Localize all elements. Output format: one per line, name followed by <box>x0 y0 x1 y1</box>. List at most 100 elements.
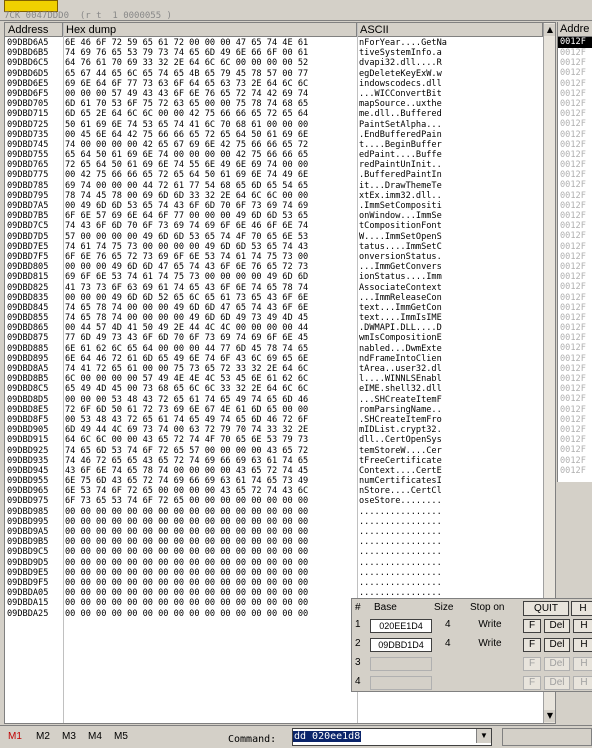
dump-row[interactable]: 09DBD7E5 74 61 74 75 73 00 00 00 00 49 6D… <box>5 242 555 252</box>
dump-hex[interactable]: 6F 6E 57 69 6E 64 6F 77 00 00 00 49 6D 6… <box>65 211 355 221</box>
dump-ascii[interactable]: nForYear....GetNa <box>359 38 455 48</box>
dump-ascii[interactable]: nStore....CertCl <box>359 486 455 496</box>
mark-m4[interactable]: M4 <box>88 731 102 742</box>
dump-address[interactable]: 09DBD985 <box>7 507 61 517</box>
mark-m5[interactable]: M5 <box>114 731 128 742</box>
dump-row[interactable]: 09DBD775 00 42 75 66 66 65 72 65 64 50 61… <box>5 170 555 180</box>
dump-hex[interactable]: 74 65 78 74 00 00 00 00 49 6D 6D 49 73 4… <box>65 313 355 323</box>
dump-ascii[interactable]: ionStatus....Imm <box>359 272 455 282</box>
dump-ascii[interactable]: onWindow...ImmSe <box>359 211 455 221</box>
dump-address[interactable]: 09DBD9A5 <box>7 527 61 537</box>
dump-hex[interactable]: 6F 73 65 53 74 6F 72 65 00 00 00 00 00 0… <box>65 496 355 506</box>
dump-row[interactable]: 09DBD9D5 00 00 00 00 00 00 00 00 00 00 00… <box>5 558 555 568</box>
dump-row[interactable]: 09DBD905 6D 49 44 4C 69 73 74 00 63 72 79… <box>5 425 555 435</box>
stack-row[interactable]: 0012F <box>558 282 592 292</box>
dump-ascii[interactable]: t....BeginBuffer <box>359 140 455 150</box>
dump-ascii[interactable]: nabled...DwmExte <box>359 344 455 354</box>
dump-row[interactable]: 09DBD6B5 74 69 76 65 53 79 73 74 65 6D 49… <box>5 48 555 58</box>
dump-hex[interactable]: 6D 49 44 4C 69 73 74 00 63 72 79 70 74 3… <box>65 425 355 435</box>
dump-address[interactable]: 09DBD845 <box>7 303 61 313</box>
dump-row[interactable]: 09DBD755 65 64 50 61 69 6E 74 00 00 00 00… <box>5 150 555 160</box>
dump-row[interactable]: 09DBD7C5 74 43 6F 6D 70 6F 73 69 74 69 6F… <box>5 221 555 231</box>
dump-row[interactable]: 09DBD955 6E 75 6D 43 65 72 74 69 66 69 63… <box>5 476 555 486</box>
dump-ascii[interactable]: ...ImmGetConvers <box>359 262 455 272</box>
dump-hex[interactable]: 00 00 00 00 00 00 00 00 00 00 00 00 00 0… <box>65 517 355 527</box>
stack-row[interactable]: 0012F <box>558 140 592 150</box>
dump-hex[interactable]: 6D 65 2E 64 6C 6C 00 00 42 75 66 66 65 7… <box>65 109 355 119</box>
stack-row[interactable]: 0012F <box>558 150 592 160</box>
dump-hex[interactable]: 00 00 00 00 00 00 00 00 00 00 00 00 00 0… <box>65 537 355 547</box>
dump-address[interactable]: 09DBD6F5 <box>7 89 61 99</box>
dump-row[interactable]: 09DBD765 72 65 64 50 61 69 6E 74 55 6E 49… <box>5 160 555 170</box>
dump-hex[interactable]: 65 49 4D 45 00 73 68 65 6C 6C 33 32 2E 6… <box>65 384 355 394</box>
dump-row[interactable]: 09DBD805 00 00 00 49 6D 6D 47 65 74 43 6F… <box>5 262 555 272</box>
dump-row[interactable]: 09DBD9F5 00 00 00 00 00 00 00 00 00 00 00… <box>5 578 555 588</box>
dump-address[interactable]: 09DBD745 <box>7 140 61 150</box>
dump-address[interactable]: 09DBD885 <box>7 344 61 354</box>
dump-row[interactable]: 09DBD7F5 6F 6E 76 65 72 73 69 6F 6E 53 74… <box>5 252 555 262</box>
dump-row[interactable]: 09DBD835 00 00 00 49 6D 6D 52 65 6C 65 61… <box>5 293 555 303</box>
dump-hex[interactable]: 00 00 00 49 6D 6D 47 65 74 43 6F 6E 76 6… <box>65 262 355 272</box>
dump-address[interactable]: 09DBD715 <box>7 109 61 119</box>
dump-row[interactable]: 09DBD6F5 00 00 00 57 49 43 43 6F 6E 76 65… <box>5 89 555 99</box>
dump-ascii[interactable]: ...WICConvertBit <box>359 89 455 99</box>
dump-ascii[interactable]: ................ <box>359 537 455 547</box>
dump-hex[interactable]: 74 41 72 65 61 00 00 75 73 65 72 33 32 2… <box>65 364 355 374</box>
dump-ascii[interactable]: .ImmSetCompositi <box>359 201 455 211</box>
dump-ascii[interactable]: ...SHCreateItemF <box>359 395 455 405</box>
stack-row[interactable]: 0012F <box>558 211 592 221</box>
dump-ascii[interactable]: ................ <box>359 507 455 517</box>
hex-column-header[interactable]: Hex dump <box>63 23 357 37</box>
dump-ascii[interactable]: tArea..user32.dl <box>359 364 455 374</box>
dump-ascii[interactable]: .EndBufferedPain <box>359 130 455 140</box>
dump-hex[interactable]: 64 76 61 70 69 33 32 2E 64 6C 6C 00 00 0… <box>65 58 355 68</box>
dump-ascii[interactable]: wmIsCompositionE <box>359 333 455 343</box>
dump-row[interactable]: 09DBD795 78 74 45 78 00 69 6D 6D 33 32 2E… <box>5 191 555 201</box>
stack-row[interactable]: 0012F <box>558 130 592 140</box>
dump-hex[interactable]: 00 00 00 00 00 00 00 00 00 00 00 00 00 0… <box>65 609 355 619</box>
dump-row[interactable]: 09DBD8E5 72 6F 6D 50 61 72 73 69 6E 67 4E… <box>5 405 555 415</box>
stack-row[interactable]: 0012F <box>558 323 592 333</box>
stack-row[interactable]: 0012F <box>558 221 592 231</box>
dump-address[interactable]: 09DBDA05 <box>7 588 61 598</box>
dump-row[interactable]: 09DBD6C5 64 76 61 70 69 33 32 2E 64 6C 6C… <box>5 58 555 68</box>
dump-ascii[interactable]: edPaint....Buffe <box>359 150 455 160</box>
dump-row[interactable]: 09DBD995 00 00 00 00 00 00 00 00 00 00 00… <box>5 517 555 527</box>
mark-m3[interactable]: M3 <box>62 731 76 742</box>
dump-hex[interactable]: 74 65 78 74 00 00 00 49 6D 6D 47 65 74 4… <box>65 303 355 313</box>
dump-hex[interactable]: 72 6F 6D 50 61 72 73 69 6E 67 4E 61 6D 6… <box>65 405 355 415</box>
dump-address[interactable]: 09DBD7F5 <box>7 252 61 262</box>
dump-ascii[interactable]: numCertificatesI <box>359 476 455 486</box>
bp-address-field[interactable]: 020EE1D4 <box>370 619 432 633</box>
command-value[interactable]: dd 020ee1d8 <box>293 731 362 742</box>
stack-pane[interactable]: Addre 0012F 0012F 0012F 0012F 0012F 0012F 001… <box>557 22 592 482</box>
dump-address[interactable]: 09DBD975 <box>7 496 61 506</box>
dump-hex[interactable]: 00 53 48 43 72 65 61 74 65 49 74 65 6D 4… <box>65 415 355 425</box>
dump-hex[interactable]: 57 00 00 00 00 49 6D 6D 53 65 74 4F 70 6… <box>65 232 355 242</box>
dump-hex[interactable]: 6E 46 6F 72 59 65 61 72 00 00 00 47 65 7… <box>65 38 355 48</box>
dump-ascii[interactable]: .BufferedPaintIn <box>359 170 455 180</box>
stack-row[interactable]: 0012F <box>558 231 592 241</box>
bp-h-button[interactable]: H <box>573 657 592 671</box>
dump-address[interactable]: 09DBD775 <box>7 170 61 180</box>
address-column-header[interactable]: Address <box>5 23 63 37</box>
dump-ascii[interactable]: Context....CertE <box>359 466 455 476</box>
dump-row[interactable]: 09DBD925 74 65 6D 53 74 6F 72 65 57 00 00… <box>5 446 555 456</box>
dump-hex[interactable]: 00 00 00 57 49 43 43 6F 6E 76 65 72 74 4… <box>65 89 355 99</box>
stack-row[interactable]: 0012F <box>558 272 592 282</box>
dump-row[interactable]: 09DBD7B5 6F 6E 57 69 6E 64 6F 77 00 00 00… <box>5 211 555 221</box>
dump-address[interactable]: 09DBD965 <box>7 486 61 496</box>
dump-ascii[interactable]: l....WINNLSEnabl <box>359 374 455 384</box>
dump-row[interactable]: 09DBD8A5 74 41 72 65 61 00 00 75 73 65 72… <box>5 364 555 374</box>
stack-row[interactable]: 0012F <box>558 456 592 466</box>
bp-del-button[interactable]: Del <box>544 676 570 690</box>
dump-hex[interactable]: 00 44 57 4D 41 50 49 2E 44 4C 4C 00 00 0… <box>65 323 355 333</box>
dump-row[interactable]: 09DBD985 00 00 00 00 00 00 00 00 00 00 00… <box>5 507 555 517</box>
dump-row[interactable]: 09DBD875 77 6D 49 73 43 6F 6D 70 6F 73 69… <box>5 333 555 343</box>
ascii-column-header[interactable]: ASCII <box>357 23 543 37</box>
dump-ascii[interactable]: me.dll..Buffered <box>359 109 455 119</box>
dump-hex[interactable]: 74 69 76 65 53 79 73 74 65 6D 49 6E 66 6… <box>65 48 355 58</box>
dump-row[interactable]: 09DBD975 6F 73 65 53 74 6F 72 65 00 00 00… <box>5 496 555 506</box>
bp-f-button[interactable]: F <box>523 619 541 633</box>
dump-address[interactable]: 09DBD785 <box>7 181 61 191</box>
